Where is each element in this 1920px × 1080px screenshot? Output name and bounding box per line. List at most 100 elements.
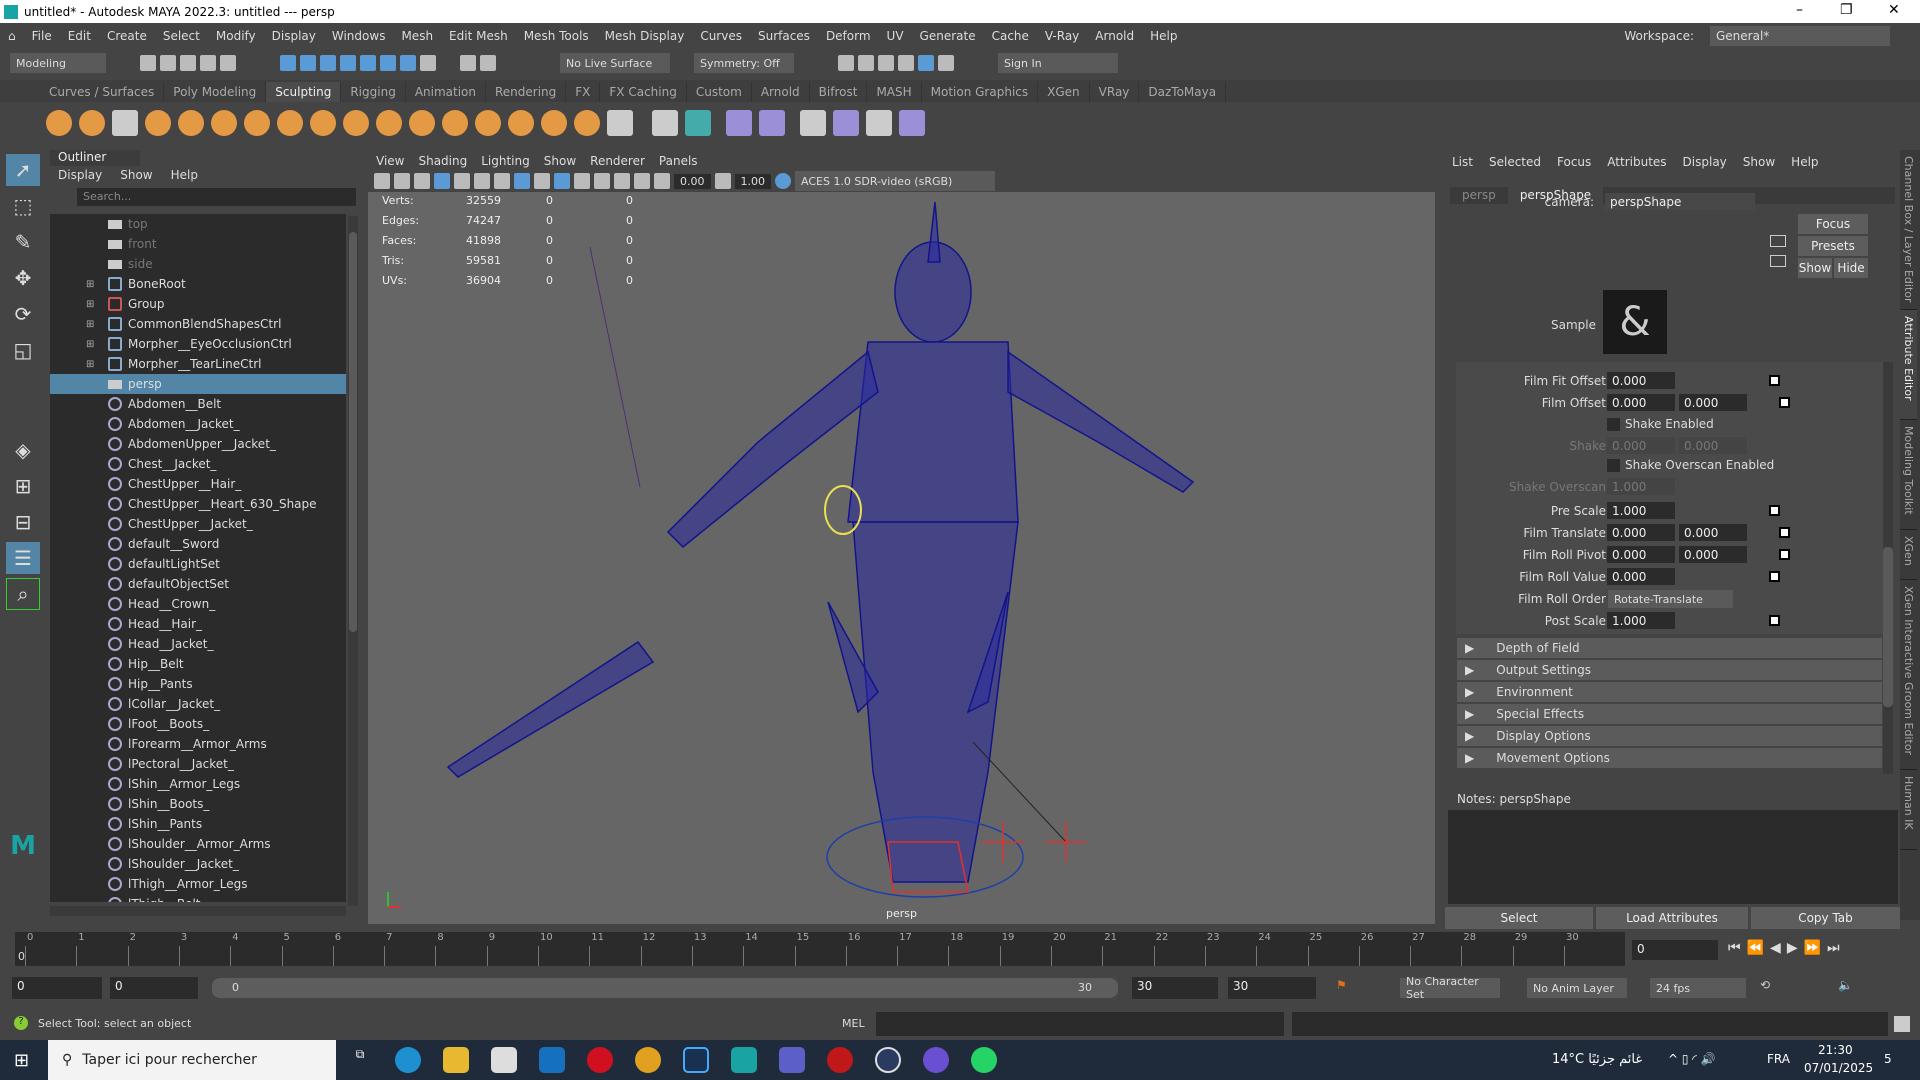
freeze-tool-icon[interactable] (607, 110, 633, 136)
menu-create[interactable]: Create (107, 29, 147, 43)
film-roll-pivot-keyable-icon[interactable] (1779, 549, 1790, 560)
maximize-button[interactable]: ❐ (1840, 2, 1853, 18)
scrape-tool-icon[interactable] (409, 110, 435, 136)
outliner-item[interactable]: ⊞ BoneRoot (50, 274, 346, 294)
loop-icon[interactable]: ⟲ (1760, 978, 1770, 992)
resolution-gate-icon[interactable] (474, 173, 490, 189)
show-button[interactable]: Show (1798, 258, 1832, 278)
outliner-item[interactable]: AbdomenUpper__Jacket_ (50, 434, 346, 454)
section-depth-of-field[interactable]: ▶ Depth of Field (1457, 638, 1882, 658)
menu-display[interactable]: Display (272, 29, 316, 43)
shelf-tab-sculpting[interactable]: Sculpting (266, 82, 342, 102)
grab-tool-icon[interactable] (145, 110, 171, 136)
outliner-item[interactable]: persp (50, 374, 346, 394)
snap-point-icon[interactable] (380, 55, 396, 71)
whatsapp-icon[interactable] (971, 1047, 997, 1073)
notes-textarea[interactable] (1448, 810, 1898, 904)
side-tab-channel-box[interactable]: Channel Box / Layer Editor (1900, 150, 1917, 310)
outliner-item[interactable]: lShoulder__Armor_Arms (50, 834, 346, 854)
outliner-item[interactable]: lShin__Armor_Legs (50, 774, 346, 794)
outlook-icon[interactable] (539, 1047, 565, 1073)
viewport-menu-shading[interactable]: Shading (418, 154, 467, 168)
smear-tool-icon[interactable] (508, 110, 534, 136)
outliner-item[interactable]: Head__Crown_ (50, 594, 346, 614)
menu-file[interactable]: File (32, 29, 52, 43)
isolate-select-icon[interactable] (614, 173, 630, 189)
shelf-tab-fx[interactable]: FX (566, 82, 601, 102)
gamma-field[interactable]: 1.00 (734, 173, 771, 189)
sign-in-button[interactable]: Sign In (998, 53, 1118, 73)
step-back-key-icon[interactable]: ⏪ (1747, 940, 1770, 956)
focus-button[interactable]: Focus (1798, 214, 1868, 234)
paint-select-tool-icon[interactable]: ✎ (6, 226, 40, 258)
film-translate-keyable-icon[interactable] (1779, 527, 1790, 538)
wax-tool-icon[interactable] (376, 110, 402, 136)
outliner-item[interactable]: default__Sword (50, 534, 346, 554)
snap-grid-icon[interactable] (340, 55, 356, 71)
section-environment[interactable]: ▶ Environment (1457, 682, 1882, 702)
section-movement-options[interactable]: ▶ Movement Options (1457, 748, 1882, 768)
undo-icon[interactable] (200, 55, 216, 71)
lights-icon[interactable] (574, 173, 590, 189)
clock-time[interactable]: 21:30 (1818, 1043, 1853, 1057)
outliner-item[interactable]: ChestUpper__Hair_ (50, 474, 346, 494)
clock-date[interactable]: 07/01/2025 (1804, 1061, 1873, 1075)
ae-menu-attributes[interactable]: Attributes (1607, 155, 1666, 169)
film-offset-x-field[interactable]: 0.000 (1607, 394, 1675, 411)
film-roll-value-field[interactable]: 0.000 (1607, 568, 1675, 585)
mel-label[interactable]: MEL (842, 1017, 865, 1030)
new-scene-icon[interactable] (140, 55, 156, 71)
film-fit-offset-keyable-icon[interactable] (1769, 375, 1780, 386)
amplify-tool-icon[interactable] (574, 110, 600, 136)
outliner-item[interactable]: side (50, 254, 346, 274)
outliner-item[interactable]: Hip__Belt (50, 654, 346, 674)
output-connection-icon[interactable] (1770, 255, 1786, 267)
time-slider[interactable]: 0 1 2 3 4 5 6 7 8 9 10 11 12 13 14 15 16 17 18 19 20 21 22 23 24… (15, 932, 1625, 966)
texture-deformer-icon[interactable] (833, 110, 859, 136)
film-offset-y-field[interactable]: 0.000 (1679, 394, 1747, 411)
shelf-tab-curves-surfaces[interactable]: Curves / Surfaces (40, 82, 165, 102)
outliner-item[interactable]: defaultLightSet (50, 554, 346, 574)
ae-menu-help[interactable]: Help (1791, 155, 1818, 169)
outliner-item[interactable]: lForearm__Armor_Arms (50, 734, 346, 754)
bulge-tool-icon[interactable] (541, 110, 567, 136)
outliner-item[interactable]: Hip__Pants (50, 674, 346, 694)
viewport-menu-panels[interactable]: Panels (659, 154, 698, 168)
expand-icon[interactable]: ⊞ (86, 279, 98, 290)
outliner-item[interactable]: Abdomen__Belt (50, 394, 346, 414)
current-frame-field[interactable]: 0 (1632, 940, 1718, 960)
weather-text[interactable]: 14°C غائم جزئيًا (1552, 1052, 1642, 1067)
hypershade-icon[interactable] (918, 55, 934, 71)
step-forward-key-icon[interactable]: ⏩ (1804, 940, 1827, 956)
color-management-icon[interactable] (775, 173, 791, 189)
edge-icon[interactable] (395, 1047, 421, 1073)
history-icon[interactable] (460, 55, 476, 71)
menu-modify[interactable]: Modify (216, 29, 256, 43)
select-tool-icon[interactable]: ➚ (6, 154, 40, 186)
side-tab-attribute-editor[interactable]: Attribute Editor (1900, 310, 1917, 420)
pause-icon[interactable] (938, 55, 954, 71)
shelf-tab-poly-modeling[interactable]: Poly Modeling (164, 82, 267, 102)
film-roll-pivot-x-field[interactable]: 0.000 (1607, 546, 1675, 563)
messenger-icon[interactable] (923, 1047, 949, 1073)
outliner-item[interactable]: lShoulder__Jacket_ (50, 854, 346, 874)
viewport-menu-view[interactable]: View (376, 154, 404, 168)
shelf-tab-bifrost[interactable]: Bifrost (810, 82, 868, 102)
convert-freeze-icon[interactable] (652, 110, 678, 136)
expand-icon[interactable]: ⊞ (86, 299, 98, 310)
outliner-item[interactable]: lShin__Boots_ (50, 794, 346, 814)
outliner-item[interactable]: lShin__Pants (50, 814, 346, 834)
outliner-item[interactable]: Abdomen__Jacket_ (50, 414, 346, 434)
store-icon[interactable] (491, 1047, 517, 1073)
step-back-icon[interactable]: ◀ (1770, 940, 1787, 956)
two-view-layout-icon[interactable]: ⊟ (6, 506, 40, 538)
single-perspective-layout-icon[interactable]: ◈ (6, 434, 40, 466)
script-editor-icon[interactable] (1894, 1016, 1910, 1032)
load-attributes-button[interactable]: Load Attributes (1596, 907, 1748, 929)
viewport-menu-renderer[interactable]: Renderer (590, 154, 645, 168)
select-by-object-icon[interactable] (300, 55, 316, 71)
outliner-item[interactable]: ⊞ Morpher__TearLineCtrl (50, 354, 346, 374)
outliner-item[interactable]: top (50, 214, 346, 234)
color-space-dropdown[interactable]: ACES 1.0 SDR-video (sRGB) (795, 171, 995, 191)
outliner-item[interactable]: lPectoral__Jacket_ (50, 754, 346, 774)
